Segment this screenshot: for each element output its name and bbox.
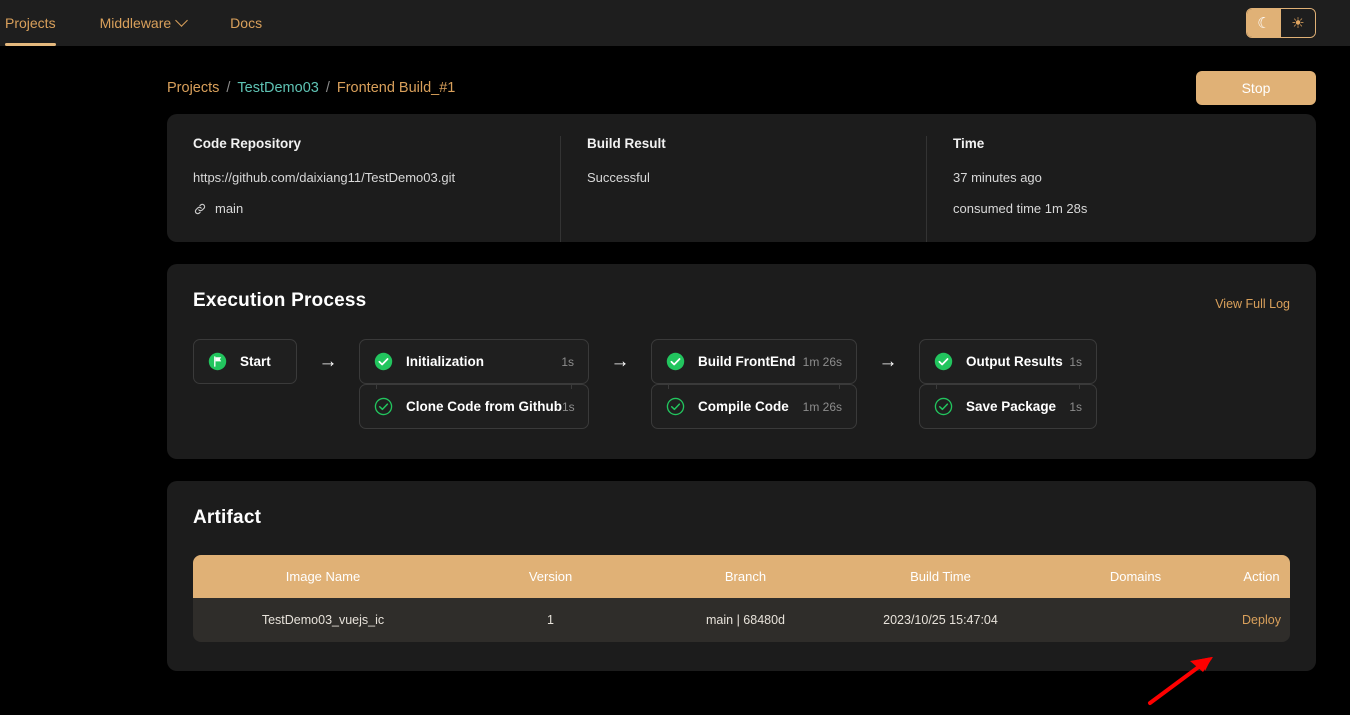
top-navbar: Projects Middleware Docs ☾ ☀ <box>0 0 1350 46</box>
cell-build-time: 2023/10/25 15:47:04 <box>883 613 998 627</box>
execution-process-card: Execution Process View Full Log Start → <box>167 264 1316 459</box>
breadcrumb-separator: / <box>226 80 231 96</box>
pipeline-node-label: Save Package <box>966 399 1057 414</box>
breadcrumb-current: Frontend Build_#1 <box>336 80 456 96</box>
pipeline-node-label: Clone Code from Github <box>406 399 562 414</box>
cell-version: 1 <box>547 613 554 627</box>
check-outline-icon <box>666 397 685 416</box>
pipeline-flow: Start → Initialization 1s Clone Code fro… <box>193 339 1290 429</box>
pipeline-node-duration: 1m 26s <box>802 399 842 414</box>
summary-build-result: Build Result Successful <box>560 136 926 242</box>
pipeline-node-output-results[interactable]: Output Results 1s <box>919 339 1097 384</box>
summary-branch-label: main <box>215 201 244 216</box>
pipeline-node-label: Build FrontEnd <box>698 354 796 369</box>
pipeline-stage-start: Start <box>193 339 297 384</box>
pipeline-node-initialization[interactable]: Initialization 1s <box>359 339 589 384</box>
pipeline-stage-output-results: Output Results 1s Save Package 1s <box>919 339 1097 429</box>
stop-button[interactable]: Stop <box>1196 71 1316 105</box>
pipeline-node-duration: 1s <box>1069 399 1082 414</box>
summary-time-consumed: consumed time 1m 28s <box>953 201 1088 216</box>
theme-toggle-light[interactable]: ☀ <box>1281 9 1315 37</box>
pipeline-stage-initialization: Initialization 1s Clone Code from Github… <box>359 339 589 429</box>
moon-icon: ☾ <box>1257 14 1271 32</box>
nav-item-label: Middleware <box>99 15 172 31</box>
pipeline-node-label: Start <box>240 354 271 369</box>
cell-image-name: TestDemo03_vuejs_ic <box>261 613 385 627</box>
deploy-button[interactable]: Deploy <box>1242 613 1281 627</box>
build-summary-card: Code Repository https://github.com/daixi… <box>167 114 1316 242</box>
check-outline-icon <box>374 397 393 416</box>
column-header-domains: Domains <box>1109 569 1162 584</box>
pipeline-stage-build-frontend: Build FrontEnd 1m 26s Compile Code 1m 26… <box>651 339 857 429</box>
pipeline-node-duration: 1m 26s <box>802 354 842 369</box>
column-header-branch: Branch <box>724 569 767 584</box>
artifact-title: Artifact <box>193 507 262 528</box>
table-header-row: Image Name Version Branch Build Time Dom… <box>193 555 1290 598</box>
pipeline-node-compile-code[interactable]: Compile Code 1m 26s <box>651 384 857 429</box>
pipeline-node-start[interactable]: Start <box>193 339 297 384</box>
theme-toggle-dark[interactable]: ☾ <box>1247 9 1281 37</box>
nav-item-label: Projects <box>5 15 56 31</box>
pipeline-node-build-frontend[interactable]: Build FrontEnd 1m 26s <box>651 339 857 384</box>
summary-repo-branch: main <box>193 201 534 216</box>
summary-result-title: Build Result <box>587 136 666 151</box>
sun-icon: ☀ <box>1291 14 1305 32</box>
flow-arrow-icon: → <box>610 350 630 372</box>
summary-time-relative: 37 minutes ago <box>953 170 1042 185</box>
artifact-card: Artifact Image Name Version Branch Build… <box>167 481 1316 671</box>
breadcrumb-separator: / <box>325 80 330 96</box>
flow-arrow-icon: → <box>878 350 898 372</box>
column-header-image-name: Image Name <box>285 569 361 584</box>
cell-action: Deploy <box>1233 613 1290 627</box>
page-header: Projects / TestDemo03 / Frontend Build_#… <box>0 46 1350 108</box>
summary-repo-title: Code Repository <box>193 136 302 151</box>
theme-toggle[interactable]: ☾ ☀ <box>1246 8 1316 38</box>
chevron-down-icon <box>175 13 189 27</box>
pipeline-node-label: Initialization <box>406 354 485 369</box>
pipeline-node-label: Compile Code <box>698 399 789 414</box>
pipeline-node-label: Output Results <box>966 354 1063 369</box>
pipeline-node-duration: 1s <box>1069 354 1082 369</box>
breadcrumb: Projects / TestDemo03 / Frontend Build_#… <box>167 80 455 96</box>
pipeline-node-duration: 1s <box>561 354 574 369</box>
artifact-table: Image Name Version Branch Build Time Dom… <box>193 555 1290 642</box>
summary-time-title: Time <box>953 136 985 151</box>
execution-header: Execution Process View Full Log <box>193 290 1290 312</box>
check-outline-icon <box>934 397 953 416</box>
column-header-action: Action <box>1243 569 1280 584</box>
pipeline-node-clone-code[interactable]: Clone Code from Github 1s <box>359 384 589 429</box>
column-header-build-time: Build Time <box>910 569 971 584</box>
check-filled-icon <box>666 352 685 371</box>
view-full-log-link[interactable]: View Full Log <box>1215 297 1290 311</box>
pipeline-node-save-package[interactable]: Save Package 1s <box>919 384 1097 429</box>
link-icon <box>193 202 207 216</box>
column-header-version: Version <box>528 569 573 584</box>
pipeline-node-duration: 1s <box>562 399 575 414</box>
check-filled-icon <box>374 352 393 371</box>
cell-branch: main | 68480d <box>706 613 785 627</box>
summary-code-repository: Code Repository https://github.com/daixi… <box>167 136 560 242</box>
summary-time: Time 37 minutes ago consumed time 1m 28s <box>926 136 1316 242</box>
summary-result-value: Successful <box>587 170 650 185</box>
flow-arrow-icon: → <box>318 350 338 372</box>
nav-item-label: Docs <box>230 15 263 31</box>
check-filled-icon <box>934 352 953 371</box>
breadcrumb-project[interactable]: TestDemo03 <box>237 80 318 96</box>
nav-item-middleware[interactable]: Middleware <box>100 0 209 46</box>
flag-filled-icon <box>208 352 227 371</box>
nav-item-projects[interactable]: Projects <box>5 0 78 46</box>
breadcrumb-projects[interactable]: Projects <box>167 80 219 96</box>
nav-item-docs[interactable]: Docs <box>230 0 284 46</box>
execution-title: Execution Process <box>193 290 367 311</box>
table-row: TestDemo03_vuejs_ic 1 main | 68480d 2023… <box>193 598 1290 642</box>
summary-repo-url: https://github.com/daixiang11/TestDemo03… <box>193 170 456 185</box>
